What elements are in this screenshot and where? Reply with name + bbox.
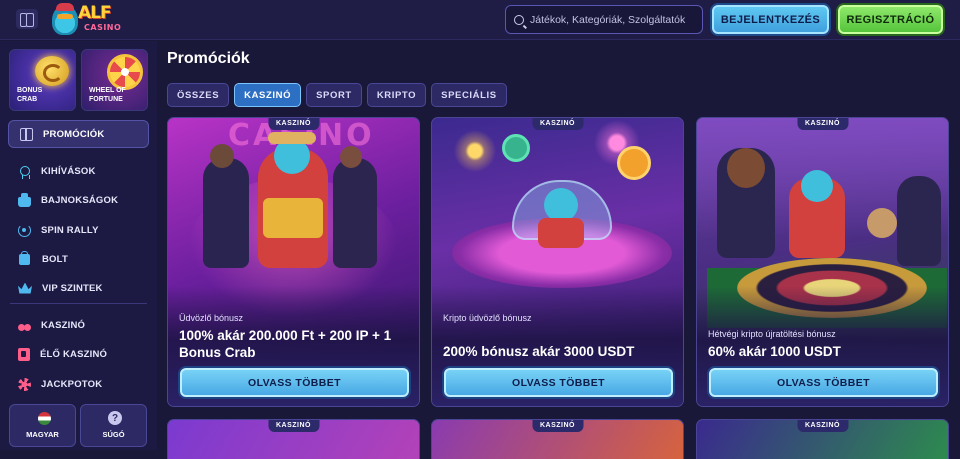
- sidebar-item-promotions[interactable]: PROMÓCIÓK: [8, 120, 149, 148]
- sidebar-item-label: JACKPOTOK: [41, 378, 103, 390]
- sidebar-item-label: BAJNOKSÁGOK: [41, 194, 119, 206]
- category-badge: KASZINÓ: [797, 118, 848, 130]
- promo-title: 60% akár 1000 USDT: [708, 344, 841, 359]
- tab-special[interactable]: SPECIÁLIS: [431, 83, 507, 107]
- promo-card[interactable]: KASZINÓ: [696, 419, 949, 459]
- medal-icon: [20, 166, 30, 179]
- gift-icon: [20, 127, 33, 141]
- sidebar-item-live-casino[interactable]: ÉLŐ KASZINÓ: [18, 345, 107, 363]
- spin-icon: [18, 223, 31, 237]
- category-badge: KASZINÓ: [268, 118, 319, 130]
- wheel-of-fortune-label: WHEEL OF FORTUNE: [89, 87, 126, 103]
- page-title: Promóciók: [167, 50, 250, 67]
- jackpot-icon: [18, 377, 31, 391]
- bag-icon: [19, 250, 30, 265]
- sidebar-item-spin-rally[interactable]: SPIN RALLY: [18, 221, 99, 239]
- sidebar-divider: [10, 303, 147, 304]
- category-badge: KASZINÓ: [268, 420, 319, 432]
- read-more-button[interactable]: OLVASS TÖBBET: [709, 368, 938, 397]
- live-icon: [18, 347, 30, 361]
- crab-icon: [35, 56, 69, 86]
- promo-card[interactable]: KASZINÓ Kripto üdvözlő bónusz 200% bónus…: [431, 117, 684, 407]
- category-badge: KASZINÓ: [532, 420, 583, 432]
- category-badge: KASZINÓ: [797, 420, 848, 432]
- top-header: ALF CASINO BEJELENTKEZÉS REGISZTRÁCIÓ: [0, 0, 960, 40]
- promo-card[interactable]: KASZINÓ: [167, 419, 420, 459]
- promo-card[interactable]: CASINO KASZINÓ Üdvözlő bónusz 100% akár …: [167, 117, 420, 407]
- wheel-icon: [107, 54, 143, 90]
- sidebar-item-label: ÉLŐ KASZINÓ: [40, 348, 108, 360]
- bonus-crab-label: BONUS CRAB: [17, 87, 43, 103]
- sidebar-item-label: KASZINÓ: [41, 319, 86, 331]
- tab-crypto[interactable]: KRIPTO: [366, 83, 427, 107]
- trophy-icon: [18, 192, 31, 207]
- search-box[interactable]: [505, 5, 703, 34]
- sidebar-item-tournaments[interactable]: BAJNOKSÁGOK: [18, 191, 118, 209]
- help-icon: ?: [108, 411, 122, 425]
- sidebar-item-label: PROMÓCIÓK: [43, 128, 105, 140]
- promo-subtitle: Üdvözlő bónusz: [179, 313, 244, 323]
- language-button[interactable]: MAGYAR: [9, 404, 76, 447]
- login-button[interactable]: BEJELENTKEZÉS: [712, 5, 829, 34]
- search-icon: [514, 14, 524, 25]
- tab-sport[interactable]: SPORT: [306, 83, 362, 107]
- sidebar-item-jackpots[interactable]: JACKPOTOK: [18, 375, 102, 393]
- promo-subtitle: Kripto üdvözlő bónusz: [443, 313, 532, 323]
- help-button[interactable]: ? SÚGÓ: [80, 404, 147, 447]
- hungarian-flag-icon: [38, 412, 51, 425]
- logo-text: ALF: [78, 3, 112, 23]
- sidebar-item-shop[interactable]: BOLT: [18, 250, 68, 268]
- promo-card[interactable]: KASZINÓ: [431, 419, 684, 459]
- read-more-button[interactable]: OLVASS TÖBBET: [444, 368, 673, 397]
- promo-subtitle: Hétvégi kripto újratöltési bónusz: [708, 329, 836, 339]
- language-label: MAGYAR: [26, 430, 59, 439]
- bonus-crab-tile[interactable]: BONUS CRAB: [9, 49, 76, 111]
- sidebar-item-label: KIHÍVÁSOK: [41, 165, 96, 177]
- sidebar-item-label: BOLT: [42, 253, 68, 265]
- promo-tabs: ÖSSZES KASZINÓ SPORT KRIPTO SPECIÁLIS: [167, 83, 507, 107]
- wheel-of-fortune-tile[interactable]: WHEEL OF FORTUNE: [81, 49, 148, 111]
- logo-mascot-icon: [52, 3, 78, 35]
- promo-title: 100% akár 200.000 Ft + 200 IP + 1 Bonus …: [179, 328, 392, 360]
- tab-all[interactable]: ÖSSZES: [167, 83, 230, 107]
- sidebar-item-challenges[interactable]: KIHÍVÁSOK: [18, 162, 96, 180]
- search-input[interactable]: [530, 13, 700, 26]
- register-button[interactable]: REGISZTRÁCIÓ: [838, 5, 943, 34]
- sidebar-item-label: VIP SZINTEK: [42, 282, 103, 294]
- sidebar: BONUS CRAB WHEEL OF FORTUNE PROMÓCIÓK KI…: [0, 41, 157, 450]
- sidebar-item-label: SPIN RALLY: [41, 224, 99, 236]
- cherry-icon: [18, 319, 31, 332]
- tab-casino[interactable]: KASZINÓ: [234, 83, 302, 107]
- help-label: SÚGÓ: [102, 430, 125, 439]
- category-badge: KASZINÓ: [532, 118, 583, 130]
- sidebar-toggle-icon[interactable]: [16, 9, 38, 29]
- promo-card[interactable]: KASZINÓ Hétvégi kripto újratöltési bónus…: [696, 117, 949, 407]
- crown-icon: [18, 282, 32, 294]
- promo-title: 200% bónusz akár 3000 USDT: [443, 344, 635, 359]
- sidebar-item-vip[interactable]: VIP SZINTEK: [18, 279, 103, 297]
- read-more-button[interactable]: OLVASS TÖBBET: [180, 368, 409, 397]
- logo-subtext: CASINO: [84, 23, 122, 32]
- logo[interactable]: ALF CASINO: [50, 3, 122, 37]
- sidebar-item-casino[interactable]: KASZINÓ: [18, 316, 85, 334]
